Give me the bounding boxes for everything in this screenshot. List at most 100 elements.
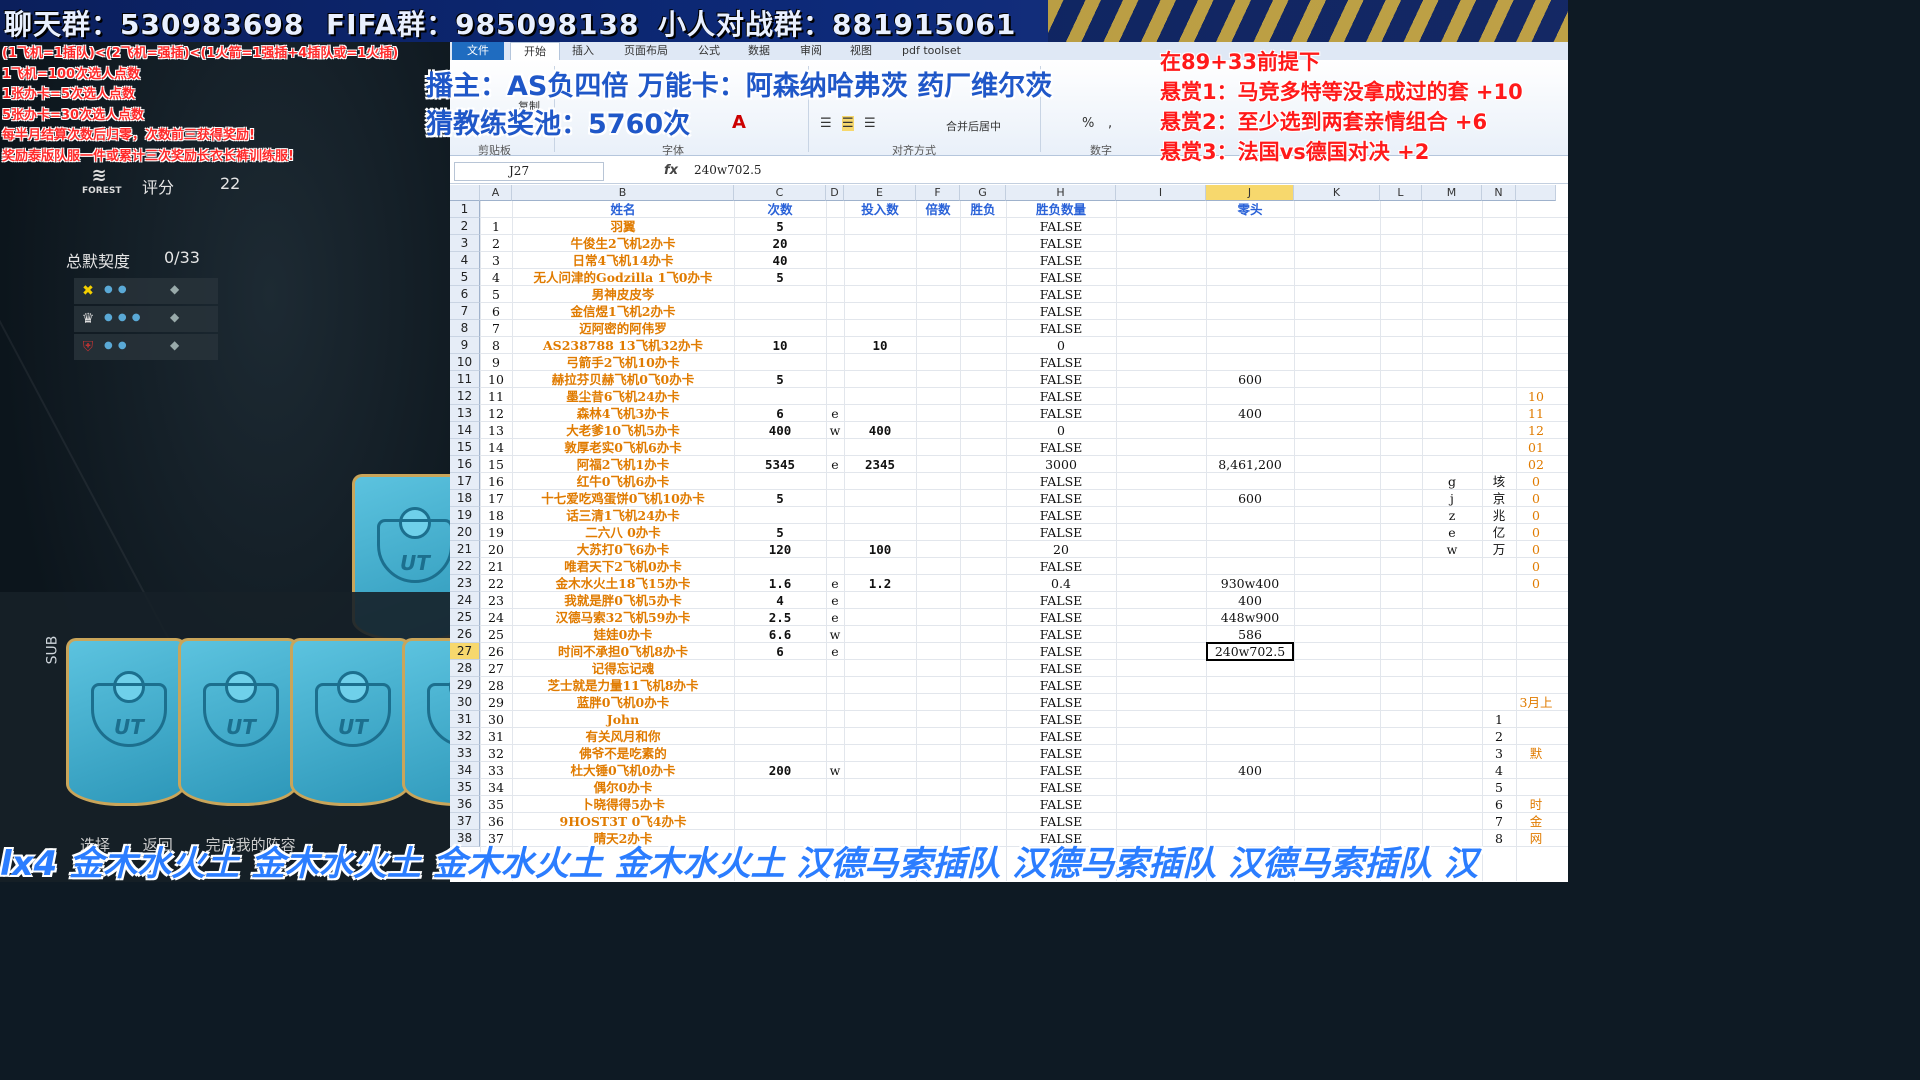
row-header[interactable]: 19: [450, 507, 480, 524]
table-cell[interactable]: 35: [480, 796, 512, 813]
row-header[interactable]: 22: [450, 558, 480, 575]
table-cell[interactable]: FALSE: [1006, 660, 1116, 677]
table-cell[interactable]: 2: [1482, 728, 1516, 745]
table-cell[interactable]: 12: [1516, 422, 1556, 439]
table-cell[interactable]: 448w900: [1206, 609, 1294, 626]
table-cell[interactable]: 话三清1飞机24办卡: [512, 507, 734, 524]
table-cell[interactable]: 兆: [1482, 507, 1516, 524]
table-cell[interactable]: 5345: [734, 456, 826, 473]
table-cell[interactable]: AS238788 13飞机32办卡: [512, 337, 734, 354]
table-cell[interactable]: 0: [1516, 507, 1556, 524]
column-header[interactable]: A: [480, 185, 512, 201]
column-header[interactable]: N: [1482, 185, 1516, 201]
table-cell[interactable]: 930w400: [1206, 575, 1294, 592]
table-cell[interactable]: FALSE: [1006, 269, 1116, 286]
table-cell[interactable]: FALSE: [1006, 405, 1116, 422]
table-cell[interactable]: 万: [1482, 541, 1516, 558]
table-cell[interactable]: FALSE: [1006, 473, 1116, 490]
table-cell[interactable]: 5: [480, 286, 512, 303]
table-cell[interactable]: 10: [844, 337, 916, 354]
table-cell[interactable]: FALSE: [1006, 694, 1116, 711]
table-cell[interactable]: FALSE: [1006, 558, 1116, 575]
tab-pdf-toolset[interactable]: pdf toolset: [902, 42, 961, 60]
table-cell[interactable]: 亿: [1482, 524, 1516, 541]
row-header[interactable]: 36: [450, 796, 480, 813]
header-cell[interactable]: 次数: [734, 201, 826, 218]
table-cell[interactable]: 20: [1006, 541, 1116, 558]
row-header[interactable]: 14: [450, 422, 480, 439]
table-cell[interactable]: FALSE: [1006, 609, 1116, 626]
table-cell[interactable]: 9: [480, 354, 512, 371]
tab-home[interactable]: 开始: [510, 42, 560, 60]
table-cell[interactable]: 400: [844, 422, 916, 439]
table-cell[interactable]: FALSE: [1006, 779, 1116, 796]
tab-review[interactable]: 审阅: [800, 42, 822, 60]
row-header[interactable]: 4: [450, 252, 480, 269]
table-cell[interactable]: 0: [1516, 575, 1556, 592]
table-cell[interactable]: 金信煜1飞机2办卡: [512, 303, 734, 320]
row-header[interactable]: 8: [450, 320, 480, 337]
row-header[interactable]: 2: [450, 218, 480, 235]
column-header[interactable]: I: [1116, 185, 1206, 201]
table-cell[interactable]: FALSE: [1006, 252, 1116, 269]
table-cell[interactable]: FALSE: [1006, 643, 1116, 660]
table-cell[interactable]: 男神皮皮岑: [512, 286, 734, 303]
table-cell[interactable]: 400: [1206, 405, 1294, 422]
table-cell[interactable]: 400: [1206, 762, 1294, 779]
table-cell[interactable]: 记得忘记魂: [512, 660, 734, 677]
table-cell[interactable]: 12: [480, 405, 512, 422]
table-cell[interactable]: 4: [1482, 762, 1516, 779]
table-cell[interactable]: 汉德马索32飞机59办卡: [512, 609, 734, 626]
row-header[interactable]: 5: [450, 269, 480, 286]
table-cell[interactable]: 18: [480, 507, 512, 524]
header-cell[interactable]: 胜负数量: [1006, 201, 1116, 218]
table-cell[interactable]: 5: [734, 218, 826, 235]
table-cell[interactable]: 28: [480, 677, 512, 694]
column-header[interactable]: K: [1294, 185, 1380, 201]
tab-data[interactable]: 数据: [748, 42, 770, 60]
row-header[interactable]: 17: [450, 473, 480, 490]
table-cell[interactable]: 牛俊生2飞机2办卡: [512, 235, 734, 252]
table-cell[interactable]: 11: [480, 388, 512, 405]
table-cell[interactable]: 大老爹10飞机5办卡: [512, 422, 734, 439]
table-cell[interactable]: FALSE: [1006, 320, 1116, 337]
column-header[interactable]: L: [1380, 185, 1422, 201]
table-cell[interactable]: 无人问津的Godzilla 1飞0办卡: [512, 269, 734, 286]
table-cell[interactable]: g: [1422, 473, 1482, 490]
row-header[interactable]: 1: [450, 201, 480, 218]
table-cell[interactable]: 森林4飞机3办卡: [512, 405, 734, 422]
table-cell[interactable]: 5: [734, 371, 826, 388]
row-header[interactable]: 31: [450, 711, 480, 728]
table-cell[interactable]: 卜晓得得5办卡: [512, 796, 734, 813]
column-header[interactable]: F: [916, 185, 960, 201]
column-header[interactable]: M: [1422, 185, 1482, 201]
table-cell[interactable]: 敦厚老实0飞机6办卡: [512, 439, 734, 456]
table-cell[interactable]: 时间不承担0飞机8办卡: [512, 643, 734, 660]
table-cell[interactable]: 2.5: [734, 609, 826, 626]
chemistry-row[interactable]: ✖ ● ● ◆: [74, 278, 218, 304]
table-cell[interactable]: 17: [480, 490, 512, 507]
table-cell[interactable]: 4: [480, 269, 512, 286]
table-cell[interactable]: 蓝胖0飞机0办卡: [512, 694, 734, 711]
table-cell[interactable]: FALSE: [1006, 439, 1116, 456]
table-cell[interactable]: FALSE: [1006, 677, 1116, 694]
chemistry-row[interactable]: ⛨ ● ● ◆: [74, 334, 218, 360]
table-cell[interactable]: 0: [1516, 524, 1556, 541]
table-cell[interactable]: 二六八 0办卡: [512, 524, 734, 541]
table-cell[interactable]: 5: [734, 490, 826, 507]
row-header[interactable]: 7: [450, 303, 480, 320]
table-cell[interactable]: 16: [480, 473, 512, 490]
table-cell[interactable]: FALSE: [1006, 728, 1116, 745]
table-cell[interactable]: 羽翼: [512, 218, 734, 235]
table-cell[interactable]: 13: [480, 422, 512, 439]
row-header[interactable]: 34: [450, 762, 480, 779]
table-cell[interactable]: 0: [1516, 490, 1556, 507]
tab-file[interactable]: 文件: [452, 42, 504, 60]
row-header[interactable]: 21: [450, 541, 480, 558]
row-header[interactable]: 33: [450, 745, 480, 762]
table-cell[interactable]: 2345: [844, 456, 916, 473]
select-all-corner[interactable]: [450, 185, 480, 201]
percent-button[interactable]: %: [1082, 116, 1094, 131]
table-cell[interactable]: 我就是胖0飞机5办卡: [512, 592, 734, 609]
table-cell[interactable]: w: [826, 422, 844, 439]
